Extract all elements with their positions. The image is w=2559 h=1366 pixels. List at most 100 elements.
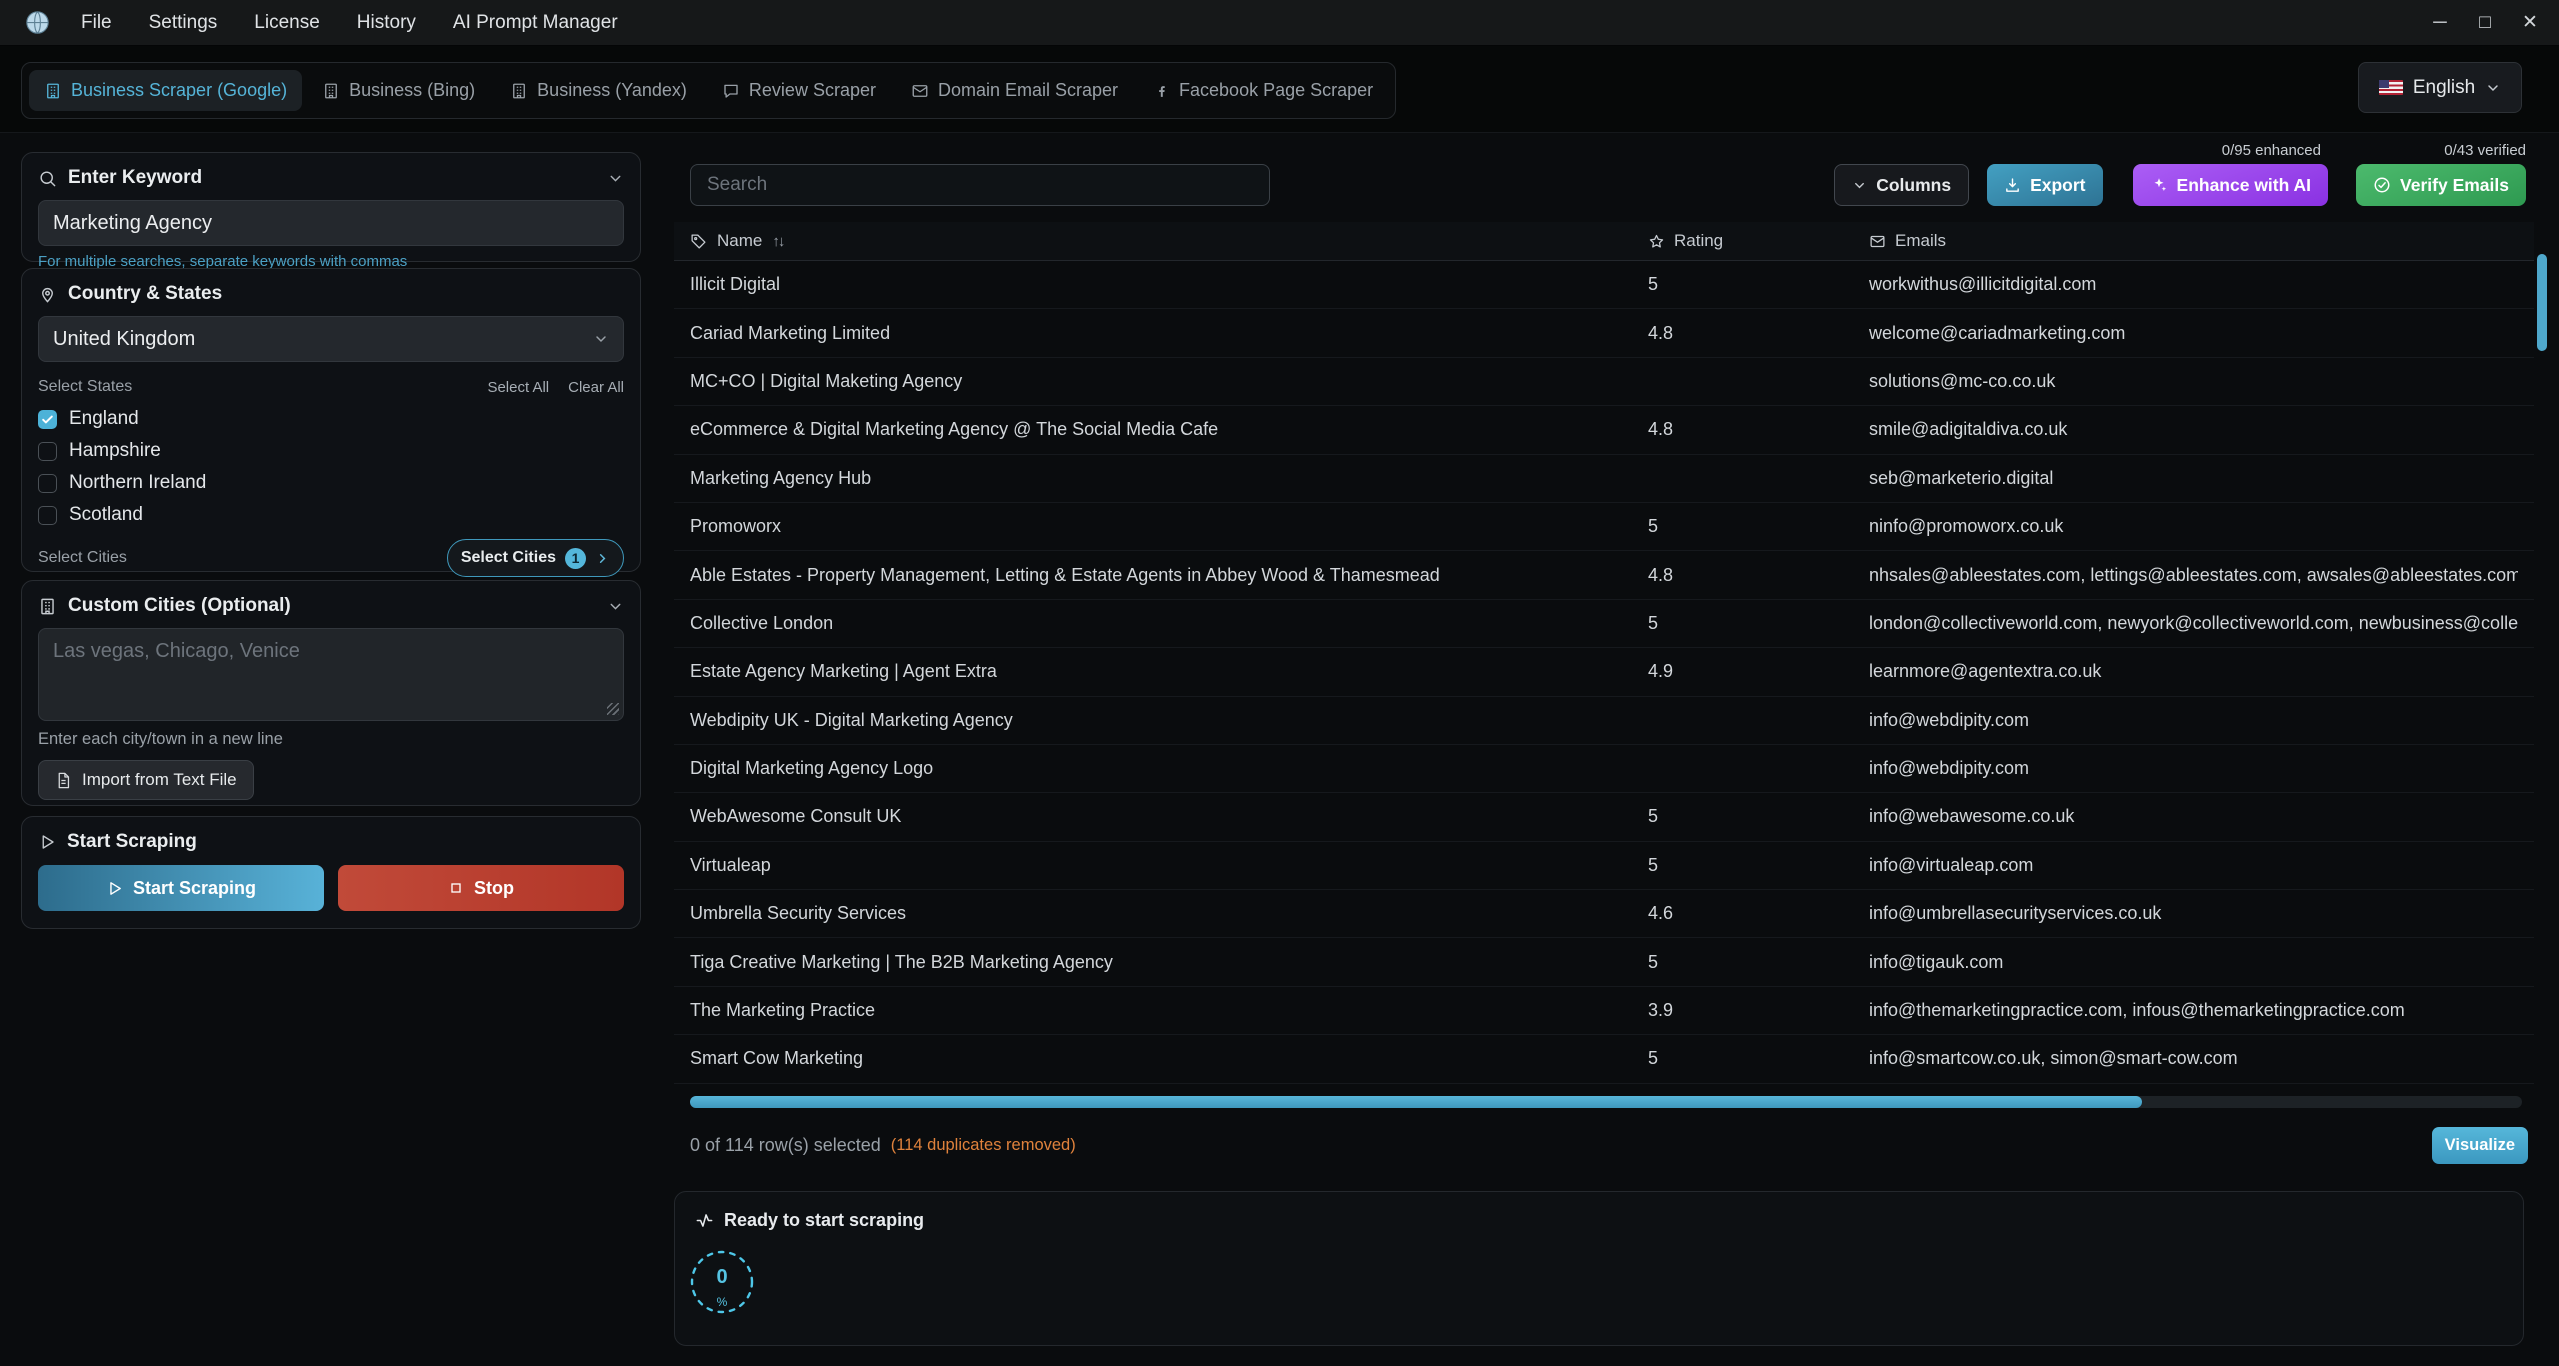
app-globe-icon — [24, 9, 51, 36]
custom-cities-textarea[interactable] — [38, 628, 624, 721]
table-row[interactable]: Illicit Digital5workwithus@illicitdigita… — [674, 261, 2534, 309]
table-row[interactable]: Tiga Creative Marketing | The B2B Market… — [674, 938, 2534, 986]
tab-label: Review Scraper — [749, 80, 876, 101]
tab-business-scraper-google[interactable]: Business Scraper (Google) — [29, 70, 302, 111]
table-row[interactable]: Able Estates - Property Management, Lett… — [674, 551, 2534, 599]
tab-review-scraper[interactable]: Review Scraper — [707, 70, 891, 111]
chevron-right-icon — [595, 551, 610, 566]
state-label: Hampshire — [69, 440, 161, 462]
table-row[interactable]: Cariad Marketing Limited4.8welcome@caria… — [674, 309, 2534, 357]
tab-domain-email-scraper[interactable]: Domain Email Scraper — [896, 70, 1133, 111]
table-row[interactable]: Collective London5london@collectiveworld… — [674, 600, 2534, 648]
column-header-emails[interactable]: Emails — [1869, 231, 2518, 251]
table-row[interactable]: Smart Cow Marketing5info@smartcow.co.uk,… — [674, 1035, 2534, 1083]
state-checkbox-hampshire[interactable] — [38, 442, 57, 461]
search-icon — [38, 169, 57, 188]
table-row[interactable]: WebAwesome Consult UK5info@webawesome.co… — [674, 793, 2534, 841]
states-list: EnglandHampshireNorthern IrelandScotland — [38, 408, 624, 526]
cell-emails: info@umbrellasecurityservices.co.uk — [1869, 903, 2518, 924]
verify-button-label: Verify Emails — [2400, 175, 2509, 196]
table-row[interactable]: The Marketing Practice3.9info@themarketi… — [674, 987, 2534, 1035]
select-all-link[interactable]: Select All — [487, 379, 549, 396]
search-input[interactable] — [690, 164, 1270, 206]
cell-rating: 5 — [1648, 613, 1869, 634]
column-header-name[interactable]: Name ↑↓ — [690, 231, 1648, 251]
keyword-input[interactable] — [38, 200, 624, 246]
tab-business-bing[interactable]: Business (Bing) — [307, 70, 490, 111]
menu-items: File Settings License History AI Prompt Mana… — [81, 12, 618, 34]
start-scraping-button[interactable]: Start Scraping — [38, 865, 324, 911]
language-label: English — [2413, 77, 2475, 99]
cell-rating: 5 — [1648, 806, 1869, 827]
clear-all-link[interactable]: Clear All — [568, 379, 624, 396]
table-row[interactable]: MC+CO | Digital Maketing Agencysolutions… — [674, 358, 2534, 406]
chat-icon — [722, 82, 740, 100]
state-label: Northern Ireland — [69, 472, 206, 494]
menu-item-license[interactable]: License — [254, 12, 320, 34]
import-text-file-button[interactable]: Import from Text File — [38, 760, 254, 800]
enhance-with-ai-button[interactable]: Enhance with AI — [2133, 164, 2329, 206]
menu-item-ai-prompt-manager[interactable]: AI Prompt Manager — [453, 12, 618, 34]
cell-emails: info@webdipity.com — [1869, 758, 2518, 779]
table-row[interactable]: Estate Agency Marketing | Agent Extra4.9… — [674, 648, 2534, 696]
resize-handle[interactable] — [607, 703, 619, 715]
column-header-rating[interactable]: Rating — [1648, 231, 1869, 251]
vertical-scrollbar[interactable] — [2537, 254, 2547, 351]
table-row[interactable]: Webdipity UK - Digital Marketing Agencyi… — [674, 697, 2534, 745]
export-button[interactable]: Export — [1987, 164, 2102, 206]
state-checkbox-northern-ireland[interactable] — [38, 474, 57, 493]
cell-name: Able Estates - Property Management, Lett… — [690, 565, 1648, 586]
chevron-down-icon — [607, 598, 624, 615]
table-row[interactable]: Promoworx5ninfo@promoworx.co.uk — [674, 503, 2534, 551]
select-cities-label: Select Cities — [38, 549, 127, 567]
state-checkbox-scotland[interactable] — [38, 506, 57, 525]
keyword-card-title: Enter Keyword — [68, 167, 202, 189]
cell-rating: 4.8 — [1648, 419, 1869, 440]
close-button[interactable]: ✕ — [2519, 11, 2541, 34]
cell-emails: info@tigauk.com — [1869, 952, 2518, 973]
location-card-header[interactable]: Country & States — [38, 283, 624, 305]
table-row[interactable]: Digital Marketing Agency Logoinfo@webdip… — [674, 745, 2534, 793]
cell-emails: seb@marketerio.digital — [1869, 468, 2518, 489]
cell-rating: 4.8 — [1648, 565, 1869, 586]
cell-rating: 5 — [1648, 516, 1869, 537]
table-row[interactable]: eCommerce & Digital Marketing Agency @ T… — [674, 406, 2534, 454]
language-selector[interactable]: English — [2358, 62, 2522, 113]
cell-name: Umbrella Security Services — [690, 903, 1648, 924]
horizontal-scrollbar-thumb[interactable] — [690, 1096, 2142, 1108]
tab-facebook-page-scraper[interactable]: Facebook Page Scraper — [1138, 70, 1388, 111]
progress-value: 0 — [689, 1266, 755, 1289]
keyword-card-header[interactable]: Enter Keyword — [38, 167, 624, 189]
verify-emails-button[interactable]: Verify Emails — [2356, 164, 2526, 206]
country-select[interactable]: United Kingdom — [38, 316, 624, 362]
custom-cities-header[interactable]: Custom Cities (Optional) — [38, 595, 624, 617]
tab-business-yandex[interactable]: Business (Yandex) — [495, 70, 702, 111]
stop-button[interactable]: Stop — [338, 865, 624, 911]
custom-cities-card: Custom Cities (Optional) Enter each city… — [21, 580, 641, 806]
sort-icon[interactable]: ↑↓ — [772, 233, 783, 250]
table-row[interactable]: Umbrella Security Services4.6info@umbrel… — [674, 890, 2534, 938]
table-row[interactable]: Marketing Agency Hubseb@marketerio.digit… — [674, 455, 2534, 503]
start-scraping-title: Start Scraping — [67, 831, 197, 853]
menu-item-file[interactable]: File — [81, 12, 112, 34]
table-row[interactable]: Virtualeap5info@virtualeap.com — [674, 842, 2534, 890]
check-circle-icon — [2373, 176, 2391, 194]
cell-rating: 5 — [1648, 952, 1869, 973]
cell-emails: info@webawesome.co.uk — [1869, 806, 2518, 827]
state-label: England — [69, 408, 139, 430]
minimize-button[interactable]: ─ — [2429, 12, 2451, 34]
menu-item-settings[interactable]: Settings — [149, 12, 218, 34]
menu-item-history[interactable]: History — [357, 12, 416, 34]
state-row-england: England — [38, 408, 624, 430]
visualize-button[interactable]: Visualize — [2432, 1127, 2528, 1164]
cell-name: WebAwesome Consult UK — [690, 806, 1648, 827]
rating-header-label: Rating — [1674, 231, 1723, 251]
horizontal-scrollbar-track[interactable] — [690, 1096, 2522, 1108]
state-checkbox-england[interactable] — [38, 410, 57, 429]
maximize-button[interactable]: □ — [2474, 12, 2496, 34]
cell-emails: london@collectiveworld.com, newyork@coll… — [1869, 613, 2518, 634]
cell-emails: solutions@mc-co.co.uk — [1869, 371, 2518, 392]
download-icon — [2004, 177, 2021, 194]
columns-button[interactable]: Columns — [1834, 164, 1969, 206]
select-cities-button[interactable]: Select Cities 1 — [447, 539, 624, 577]
